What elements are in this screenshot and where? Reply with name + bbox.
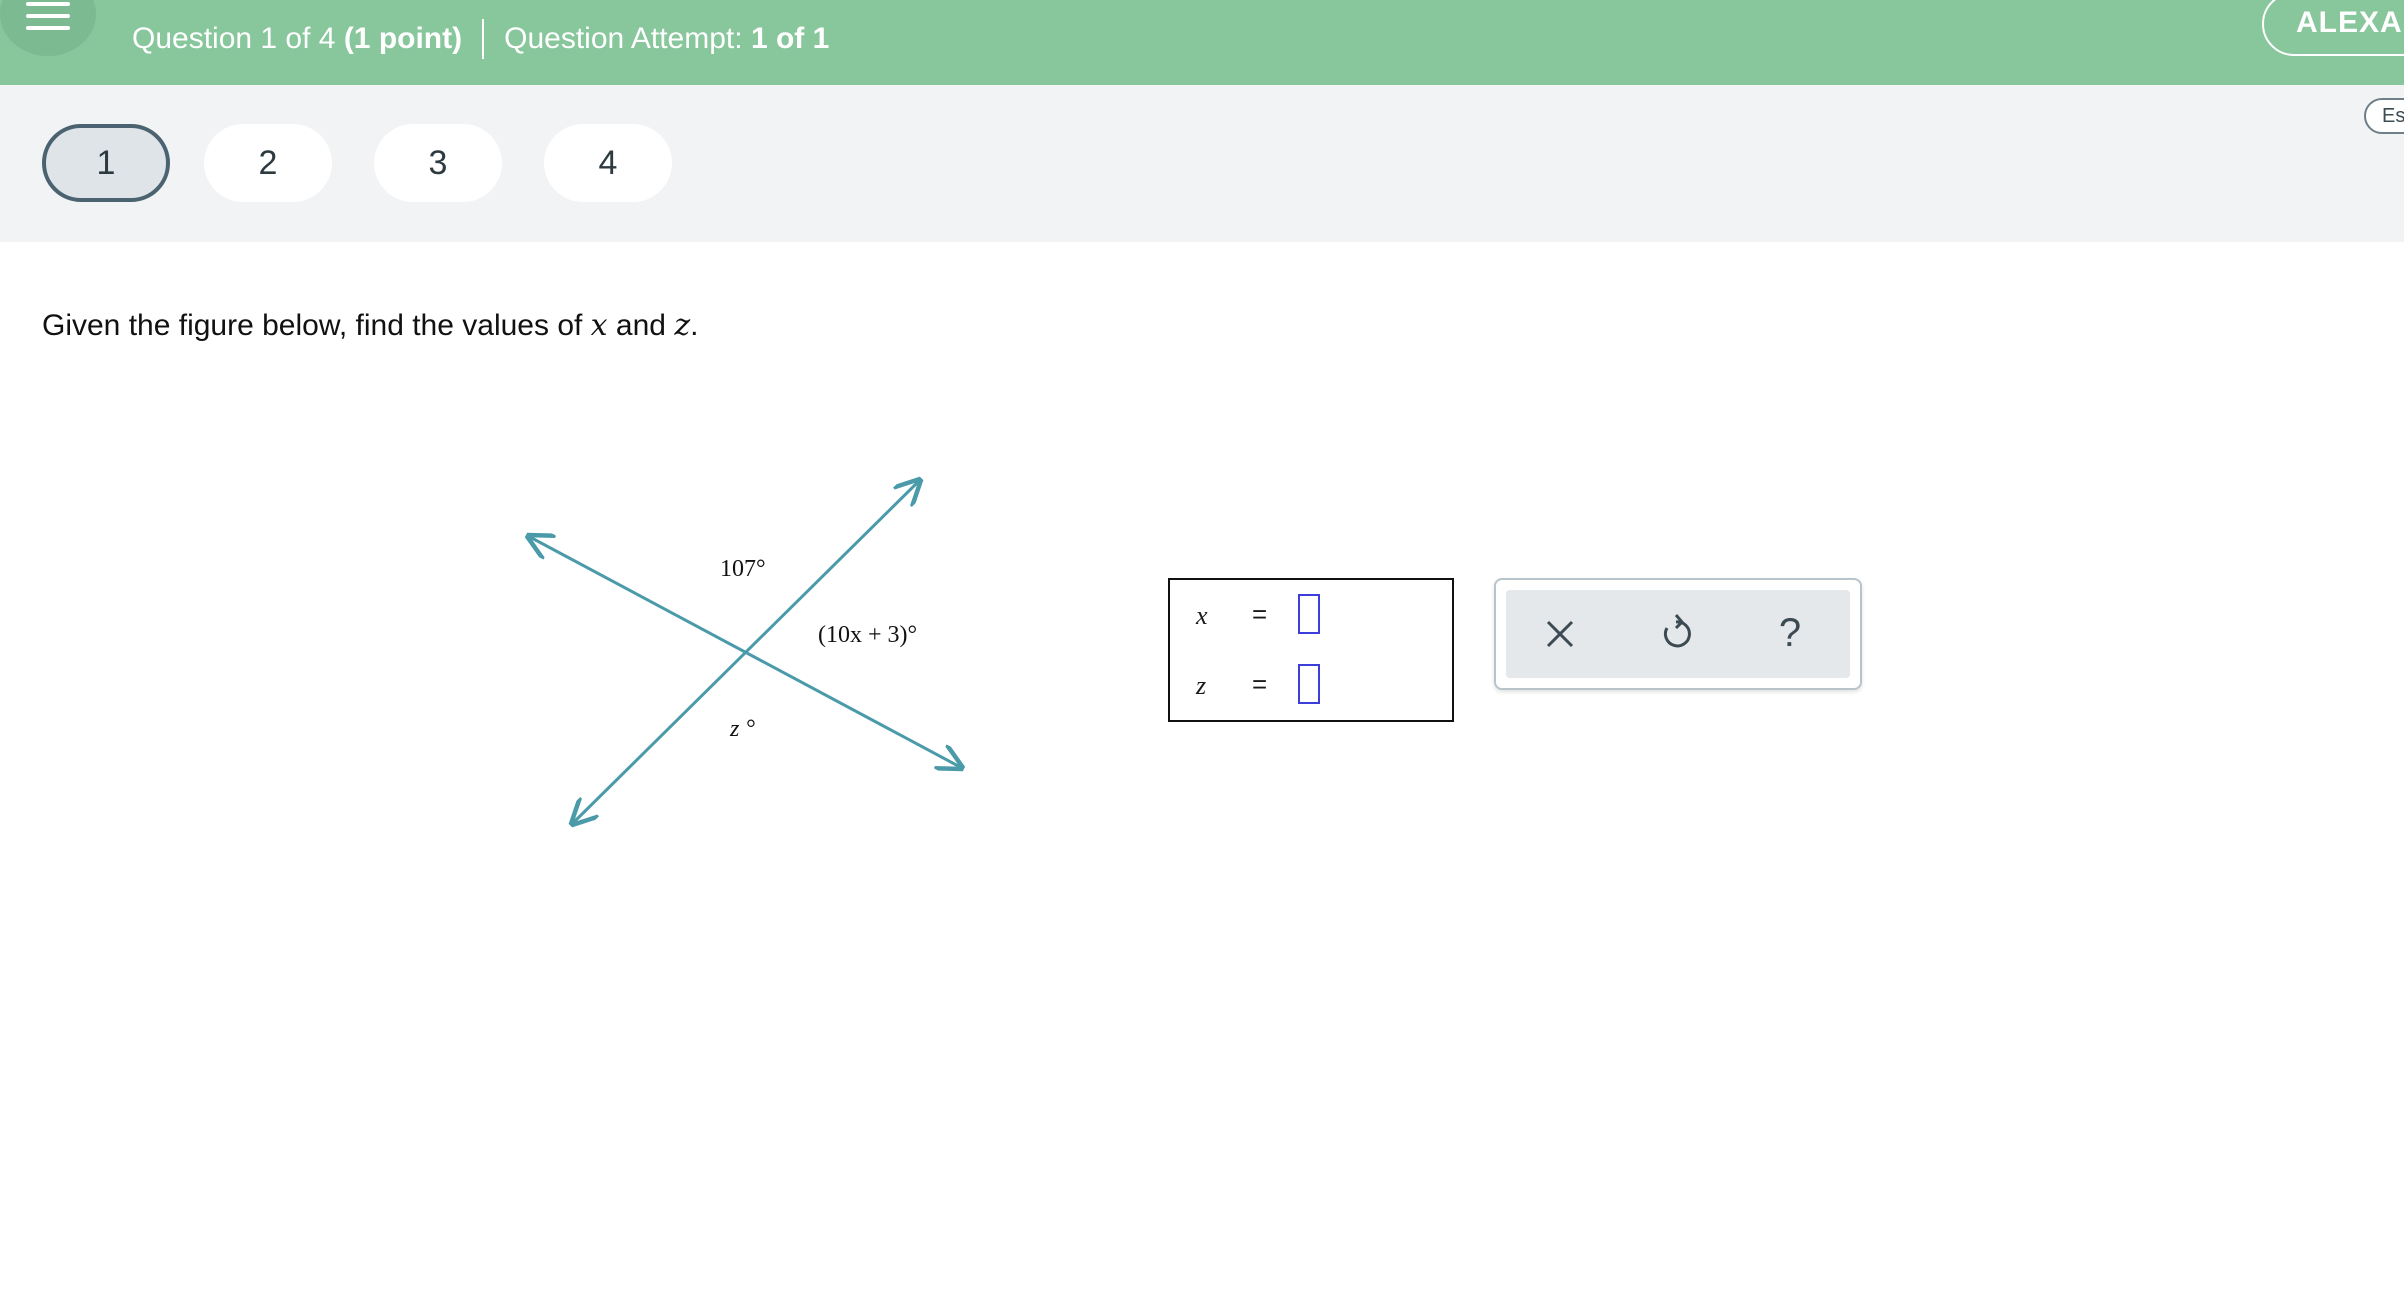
help-button[interactable]: ? <box>1758 604 1822 664</box>
help-icon: ? <box>1779 611 1801 655</box>
undo-icon <box>1663 614 1691 648</box>
equals-sign: = <box>1252 599 1268 629</box>
angle-label-top: 107° <box>720 556 766 582</box>
prompt-text-start: Given the figure below, find the values … <box>42 309 591 342</box>
clear-button[interactable] <box>1528 604 1592 664</box>
answer-row-x: x = <box>1170 587 1452 647</box>
answer-variable-label: x <box>1196 601 1208 630</box>
help-glyph: ? <box>1779 611 1801 655</box>
intersecting-lines-figure: 107° (10x + 3)° z ° <box>500 460 1000 840</box>
prompt-variable-x: x <box>590 308 608 343</box>
hamburger-icon <box>26 2 70 6</box>
hamburger-icon-bar <box>26 26 70 30</box>
equals-sign: = <box>1252 669 1268 699</box>
answer-box: x = z = <box>1168 578 1454 722</box>
undo-button[interactable] <box>1644 604 1708 664</box>
question-count: Question 1 of 4 <box>132 22 336 55</box>
clear-icon <box>1546 620 1574 648</box>
answer-variable-label: z <box>1196 671 1207 700</box>
question-pill-1[interactable]: 1 <box>42 124 170 202</box>
attempt-value: 1 of 1 <box>750 22 830 55</box>
language-toggle-button[interactable]: Es <box>2364 98 2404 134</box>
angle-label-right: (10x + 3)° <box>818 622 917 648</box>
question-pill-3[interactable]: 3 <box>374 124 502 202</box>
top-header: Question 1 of 4 (1 point) Question Attem… <box>0 0 2404 85</box>
line-ascending <box>572 480 920 824</box>
question-info: Question 1 of 4 (1 point) Question Attem… <box>132 18 829 60</box>
question-pill-4[interactable]: 4 <box>544 124 672 202</box>
header-divider <box>482 19 485 59</box>
question-points: (1 point) <box>343 22 463 55</box>
prompt-text-mid: and <box>607 309 675 342</box>
attempt-label: Question Attempt: <box>504 22 743 55</box>
x-answer-input[interactable] <box>1298 594 1320 634</box>
user-menu-button[interactable]: ALEXA <box>2262 0 2404 56</box>
answer-tools-panel: ? <box>1494 578 1862 690</box>
z-answer-input[interactable] <box>1298 664 1320 704</box>
answer-row-z: z = <box>1170 657 1452 717</box>
question-pill-2[interactable]: 2 <box>204 124 332 202</box>
prompt-text-end: . <box>690 309 699 342</box>
menu-button[interactable] <box>0 0 96 56</box>
tools-bar: ? <box>1506 590 1850 678</box>
prompt-variable-z: z <box>674 308 691 343</box>
angle-label-bottom: z ° <box>729 716 755 742</box>
question-navigation: 1 2 3 4 Es <box>0 85 2404 242</box>
hamburger-icon-bar <box>26 14 70 18</box>
question-prompt: Given the figure below, find the values … <box>42 308 698 343</box>
